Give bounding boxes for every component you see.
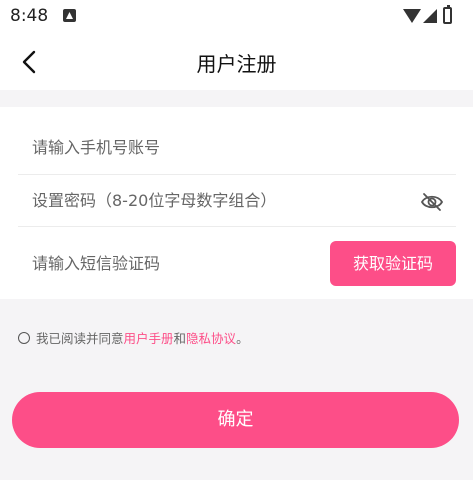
header: 用户注册: [0, 34, 473, 90]
registration-form: 获取验证码: [0, 107, 473, 299]
wifi-icon: [403, 9, 421, 23]
notification-a-icon: [63, 9, 76, 22]
agreement: 我已阅读并同意 用户手册 和 隐私协议 。: [18, 328, 249, 347]
page-title: 用户注册: [196, 52, 277, 76]
sms-code-row: 获取验证码: [18, 227, 456, 299]
phone-input[interactable]: [32, 121, 332, 174]
agree-radio[interactable]: [18, 331, 30, 344]
battery-icon: [443, 5, 452, 24]
submit-button[interactable]: 确定: [12, 392, 459, 448]
agreement-and: 和: [173, 331, 187, 346]
status-time: 8:48: [10, 6, 49, 26]
signal-icon: [423, 9, 437, 23]
privacy-link[interactable]: 隐私协议: [186, 328, 236, 347]
eye-off-icon[interactable]: [420, 190, 444, 214]
sms-code-input[interactable]: [32, 227, 332, 299]
agreement-prefix: 我已阅读并同意: [36, 331, 124, 346]
phone-row: [18, 121, 456, 175]
status-icons: [403, 5, 463, 25]
get-code-button[interactable]: 获取验证码: [330, 241, 456, 286]
agreement-suffix: 。: [236, 331, 249, 346]
password-row: [18, 175, 456, 227]
user-manual-link[interactable]: 用户手册: [124, 328, 174, 347]
status-bar: 8:48: [0, 0, 473, 34]
password-input[interactable]: [32, 175, 332, 226]
